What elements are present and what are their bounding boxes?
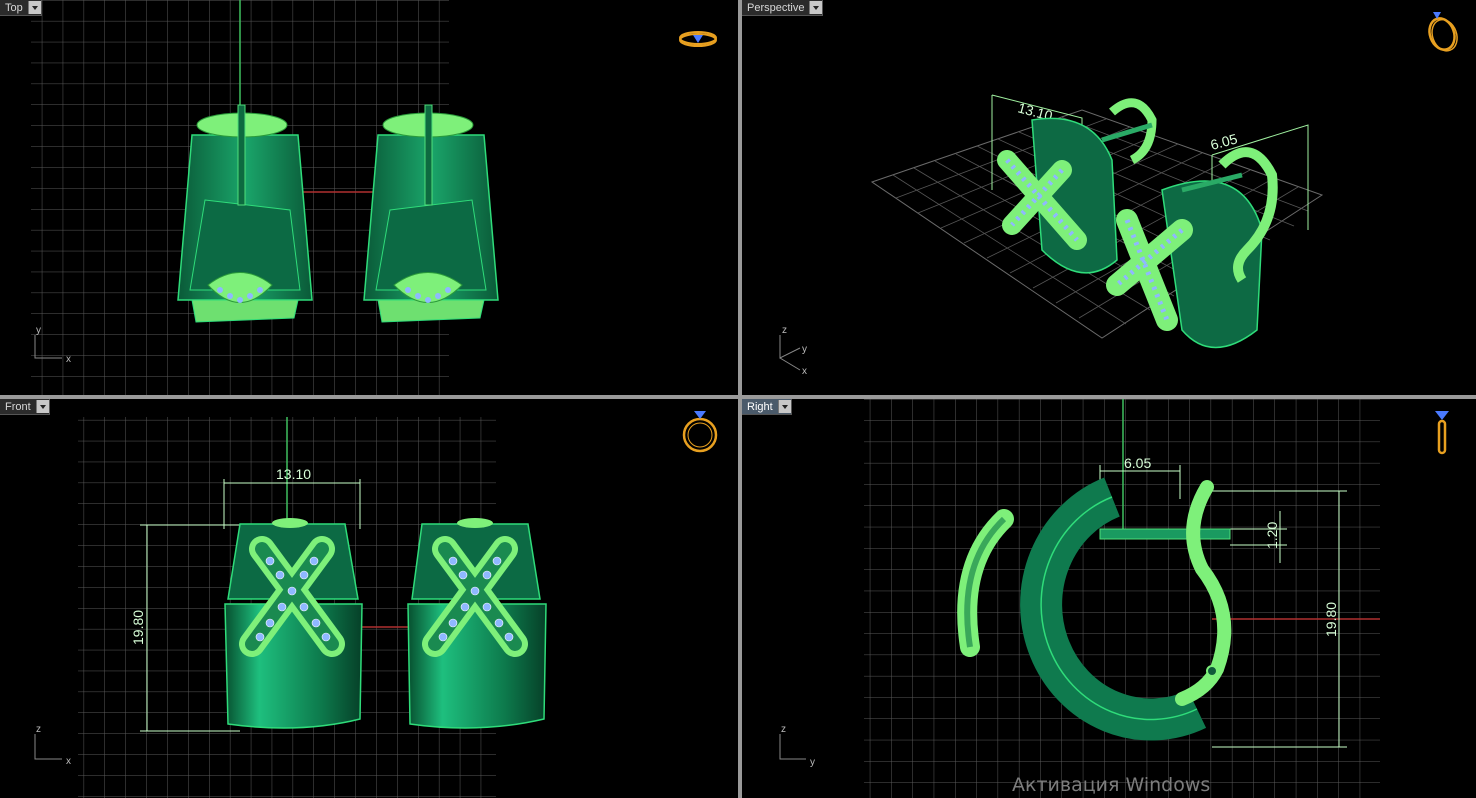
dropdown-arrow-icon[interactable] bbox=[27, 1, 41, 14]
front-canvas: 13.10 19.80 z x bbox=[34, 411, 718, 798]
dim-label: 6.05 bbox=[1209, 130, 1240, 153]
viewport-label-top[interactable]: Top bbox=[0, 0, 42, 16]
windows-activation-watermark: Активация Windows bbox=[1012, 774, 1211, 796]
viewport-splitter-vertical[interactable] bbox=[738, 0, 742, 798]
earring-left-front[interactable] bbox=[224, 518, 363, 729]
earring-front-perspective[interactable] bbox=[1106, 147, 1278, 349]
dim-width-label: 13.10 bbox=[276, 466, 311, 482]
svg-text:y: y bbox=[802, 344, 807, 355]
svg-text:z: z bbox=[781, 724, 786, 735]
viewport-title: Right bbox=[747, 400, 773, 413]
viewport-title: Front bbox=[5, 400, 31, 413]
viewport-perspective[interactable]: 13.10 6.05 z y x Perspective bbox=[742, 0, 1476, 395]
svg-text:z: z bbox=[36, 724, 41, 735]
axis-triad-perspective: z y x bbox=[779, 325, 807, 377]
dropdown-arrow-icon[interactable] bbox=[809, 1, 823, 14]
viewport-label-perspective[interactable]: Perspective bbox=[742, 0, 824, 16]
viewport-front[interactable]: 13.10 19.80 z x Front bbox=[0, 399, 738, 798]
viewport-top[interactable]: y x Top bbox=[0, 0, 738, 395]
svg-text:y: y bbox=[36, 325, 41, 336]
svg-text:x: x bbox=[802, 366, 807, 377]
ring-widget-icon[interactable] bbox=[682, 411, 718, 453]
dim-pin-label: 1.20 bbox=[1264, 522, 1280, 549]
earring-right-top[interactable] bbox=[363, 104, 499, 323]
viewport-label-right[interactable]: Right bbox=[742, 399, 792, 415]
dim-height-label: 19.80 bbox=[1323, 602, 1339, 637]
viewport-title: Perspective bbox=[747, 1, 805, 14]
perspective-canvas: 13.10 6.05 z y x bbox=[779, 12, 1461, 377]
svg-text:z: z bbox=[782, 325, 787, 336]
viewport-right[interactable]: 6.05 1.20 19.80 z y Right bbox=[742, 399, 1476, 798]
ring-widget-icon[interactable] bbox=[1435, 411, 1449, 455]
axis-triad-right: z y bbox=[779, 724, 815, 768]
grid bbox=[864, 399, 1380, 798]
svg-text:x: x bbox=[66, 354, 71, 365]
top-canvas: y x bbox=[31, 0, 717, 395]
dim-height-label: 19.80 bbox=[130, 610, 146, 645]
viewport-label-front[interactable]: Front bbox=[0, 399, 50, 415]
viewport-title: Top bbox=[5, 1, 23, 14]
axis-triad-front: z x bbox=[34, 724, 71, 767]
viewport-splitter-horizontal[interactable] bbox=[0, 395, 1476, 399]
right-canvas: 6.05 1.20 19.80 z y bbox=[779, 399, 1449, 798]
svg-text:y: y bbox=[810, 757, 815, 768]
ring-widget-icon[interactable] bbox=[679, 31, 717, 47]
dropdown-arrow-icon[interactable] bbox=[35, 400, 49, 413]
earring-left-top[interactable] bbox=[177, 104, 313, 323]
dim-width-label: 6.05 bbox=[1124, 455, 1151, 471]
svg-text:x: x bbox=[66, 756, 71, 767]
dropdown-arrow-icon[interactable] bbox=[777, 400, 791, 413]
ring-widget-icon[interactable] bbox=[1425, 12, 1461, 54]
earring-right-front[interactable] bbox=[407, 518, 547, 729]
